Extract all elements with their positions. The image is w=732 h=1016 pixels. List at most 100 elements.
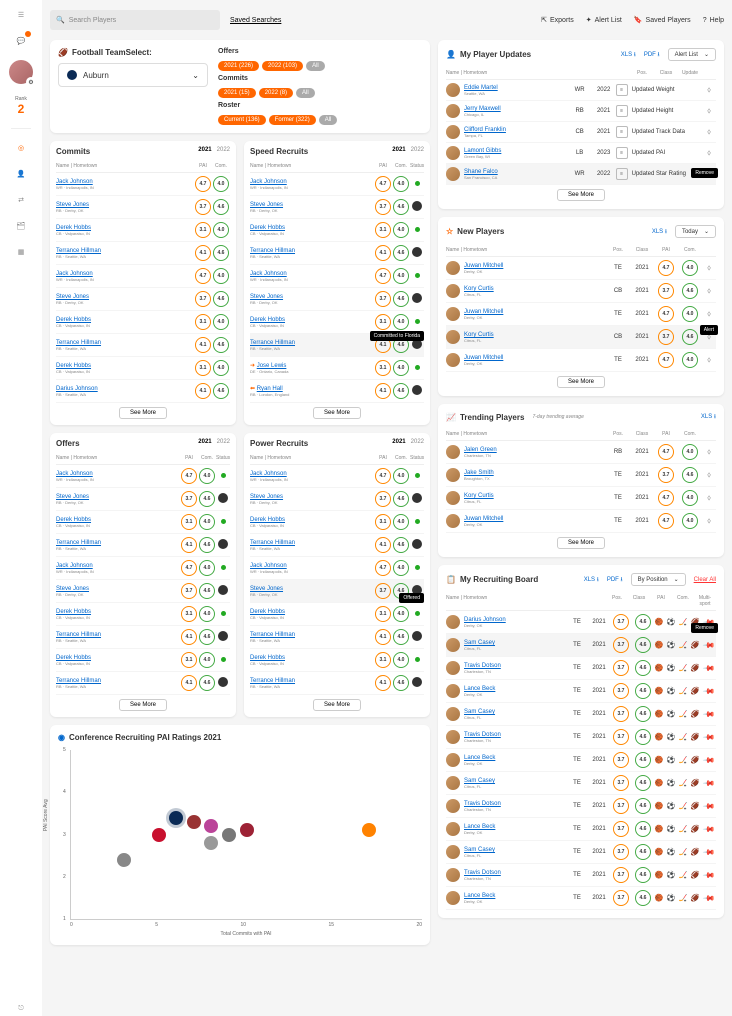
- table-row[interactable]: Steve JonesRB · Derby, OK 3.7 4.6: [250, 196, 424, 219]
- see-more-button[interactable]: See More: [313, 407, 361, 419]
- alert-toggle-icon[interactable]: ⬨: [702, 470, 716, 480]
- table-row[interactable]: Derek HobbsCB · Valparaiso, IN 3.1 4.0: [250, 511, 424, 534]
- filter-pill[interactable]: All: [306, 61, 325, 71]
- alert-toggle-icon[interactable]: ⬨: [702, 148, 716, 158]
- chart-point[interactable]: [117, 853, 131, 867]
- menu-icon[interactable]: ☰: [14, 8, 28, 22]
- table-row[interactable]: Jack JohnsonWR · Indianapolis, IN 4.7 4.…: [250, 265, 424, 288]
- table-row[interactable]: Kory CurtisCitrus, FLTE2021 4.7 4.0 ⬨: [446, 487, 716, 510]
- filter-pill[interactable]: 2022 (8): [259, 88, 293, 98]
- search-input[interactable]: 🔍 Search Players: [50, 10, 220, 30]
- table-row[interactable]: Juwan MitchellDerby, OKTE2021 4.7 4.0 ⬨: [446, 257, 716, 280]
- year-tab[interactable]: 2021: [392, 147, 405, 153]
- table-row[interactable]: Lance BeckDerby, OKTE2021 3.7 4.6 🏀⚽🏒🏈 📌: [446, 749, 716, 772]
- table-row[interactable]: Lance BeckDerby, OKTE2021 3.7 4.6 🏀⚽🏒🏈 📌: [446, 887, 716, 910]
- notif-icon[interactable]: 💬: [14, 34, 28, 48]
- table-row[interactable]: Derek HobbsCB · Valparaiso, IN 3.1 4.0: [56, 311, 230, 334]
- filter-pill[interactable]: All: [296, 88, 315, 98]
- table-row[interactable]: Jack JohnsonWR · Indianapolis, IN 4.7 4.…: [56, 465, 230, 488]
- chart-point[interactable]: [204, 836, 218, 850]
- alert-list-link[interactable]: ✦Alert List: [586, 16, 622, 24]
- table-row[interactable]: Terrance HillmanRB · Seattle, WA 4.1 4.6: [250, 242, 424, 265]
- table-row[interactable]: Sam CaseyCitrus, FLTE2021 3.7 4.6 🏀⚽🏒🏈 📌: [446, 772, 716, 795]
- pin-icon[interactable]: 📌: [702, 845, 715, 858]
- table-row[interactable]: Terrance HillmanRB · Seattle, WA 4.1 4.6: [56, 534, 230, 557]
- table-row[interactable]: Derek HobbsCB · Valparaiso, IN 3.1 4.0: [250, 649, 424, 672]
- table-row[interactable]: Darius JohnsonRB · Seattle, WA 4.1 4.6: [56, 380, 230, 403]
- table-row[interactable]: Terrance HillmanRB · Seattle, WA 4.1 4.6: [56, 626, 230, 649]
- table-row[interactable]: Terrance HillmanRB · Seattle, WA 4.1 4.6: [56, 242, 230, 265]
- help-link[interactable]: ?Help: [703, 17, 724, 24]
- alert-toggle-icon[interactable]: ⬨: [702, 286, 716, 296]
- table-row[interactable]: Terrance HillmanRB · Seattle, WA 4.1 4.6: [56, 672, 230, 695]
- chart-point[interactable]: [222, 828, 236, 842]
- panel-dropdown[interactable]: Alert List ⌄: [668, 48, 716, 61]
- year-tab[interactable]: 2022: [411, 439, 424, 445]
- table-row[interactable]: Clifford FranklinTampa, FLCB2021 ≡Update…: [446, 122, 716, 143]
- nav-reports-icon[interactable]: ▦: [14, 245, 28, 259]
- table-row[interactable]: Steve JonesRB · Derby, OK 3.7 4.6: [56, 196, 230, 219]
- alert-toggle-icon[interactable]: ⬨: [702, 106, 716, 116]
- table-row[interactable]: Shane FalcoSan Francisco, CAWR2022 ≡Upda…: [446, 164, 716, 185]
- year-tab[interactable]: 2021: [198, 147, 211, 153]
- table-row[interactable]: Terrance HillmanRB · Seattle, WA 4.1 4.6: [250, 534, 424, 557]
- see-more-button[interactable]: See More: [557, 189, 605, 201]
- panel-dropdown[interactable]: By Position ⌄: [631, 573, 686, 586]
- avatar[interactable]: ⚙: [9, 60, 33, 84]
- table-row[interactable]: Jalen GreenCharleston, TNRB2021 4.7 4.0 …: [446, 441, 716, 464]
- alert-toggle-icon[interactable]: ⬨: [702, 263, 716, 273]
- table-row[interactable]: Jack JohnsonWR · Indianapolis, IN 4.7 4.…: [56, 173, 230, 196]
- pin-icon[interactable]: 📌: [702, 776, 715, 789]
- table-row[interactable]: Kory CurtisCitrus, FLCB2021 3.7 4.6 ⬨: [446, 280, 716, 303]
- table-row[interactable]: Sam CaseyCitrus, FLTE2021 3.7 4.6 🏀⚽🏒🏈 📌: [446, 841, 716, 864]
- table-row[interactable]: Derek HobbsCB · Valparaiso, IN 3.1 4.0: [56, 357, 230, 380]
- chart-point[interactable]: [362, 823, 376, 837]
- logout-icon[interactable]: ⎋: [14, 1002, 28, 1016]
- pin-icon[interactable]: 📌: [702, 707, 715, 720]
- table-row[interactable]: Steve JonesRB · Derby, OK 3.7 4.6: [56, 488, 230, 511]
- saved-players-link[interactable]: 🔖Saved Players: [634, 16, 691, 24]
- table-row[interactable]: Terrance HillmanRB · Seattle, WA 4.1 4.6: [56, 334, 230, 357]
- nav-board-icon[interactable]: 🗂: [14, 219, 28, 233]
- table-row[interactable]: Eddie MartelSeattle, WAWR2022 ≡Updated W…: [446, 80, 716, 101]
- team-dropdown[interactable]: Auburn ⌄: [58, 63, 208, 87]
- table-row[interactable]: Jerry MaxwellChicago, ILRB2021 ≡Updated …: [446, 101, 716, 122]
- filter-pill[interactable]: 2021 (15): [218, 88, 256, 98]
- alert-toggle-icon[interactable]: ⬨: [702, 493, 716, 503]
- table-row[interactable]: Steve JonesRB · Derby, OK 3.7 4.6: [56, 288, 230, 311]
- table-row[interactable]: Lance BeckDerby, OKTE2021 3.7 4.6 🏀⚽🏒🏈 📌: [446, 680, 716, 703]
- see-more-button[interactable]: See More: [119, 699, 167, 711]
- chart-point[interactable]: [204, 819, 218, 833]
- see-more-button[interactable]: See More: [119, 407, 167, 419]
- pin-icon[interactable]: 📌: [702, 638, 715, 651]
- table-row[interactable]: Derek HobbsCB · Valparaiso, IN 3.1 4.0: [56, 603, 230, 626]
- table-row[interactable]: Kory CurtisCitrus, FLCB2021 3.7 4.6 ⬨: [446, 326, 716, 349]
- alert-toggle-icon[interactable]: ⬨: [702, 309, 716, 319]
- table-row[interactable]: Derek HobbsCB · Valparaiso, IN 3.1 4.0: [56, 511, 230, 534]
- table-row[interactable]: Darius JohnsonDerby, OKTE2021 3.7 4.6 🏀⚽…: [446, 611, 716, 634]
- pin-icon[interactable]: 📌: [702, 799, 715, 812]
- filter-pill[interactable]: 2021 (226): [218, 61, 259, 71]
- year-tab[interactable]: 2021: [198, 439, 211, 445]
- table-row[interactable]: Derek HobbsCB · Valparaiso, IN 3.1 4.0: [250, 219, 424, 242]
- table-row[interactable]: Jake SmithBroughton, TXTE2021 3.7 4.6 ⬨: [446, 464, 716, 487]
- pin-icon[interactable]: 📌: [702, 868, 715, 881]
- alert-toggle-icon[interactable]: ⬨: [702, 355, 716, 365]
- table-row[interactable]: Derek HobbsCB · Valparaiso, IN 3.1 4.0: [250, 603, 424, 626]
- saved-searches-link[interactable]: Saved Searches: [230, 17, 281, 24]
- clear-all-link[interactable]: Clear All: [694, 577, 716, 583]
- xls-export[interactable]: XLS ⭳: [701, 412, 716, 422]
- pdf-export[interactable]: PDF ⭳: [607, 575, 623, 585]
- pin-icon[interactable]: 📌: [702, 661, 715, 674]
- see-more-button[interactable]: See More: [557, 537, 605, 549]
- pin-icon[interactable]: 📌: [702, 753, 715, 766]
- table-row[interactable]: Juwan MitchellDerby, OKTE2021 4.7 4.0 ⬨: [446, 303, 716, 326]
- table-row[interactable]: Sam CaseyCitrus, FLTE2021 3.7 4.6 🏀⚽🏒🏈 📌: [446, 703, 716, 726]
- pdf-export[interactable]: PDF ⭳: [644, 50, 660, 60]
- filter-pill[interactable]: All: [319, 115, 338, 125]
- table-row[interactable]: Jack JohnsonWR · Indianapolis, IN 4.7 4.…: [56, 557, 230, 580]
- chart-point[interactable]: [187, 815, 201, 829]
- see-more-button[interactable]: See More: [557, 376, 605, 388]
- table-row[interactable]: Travis DotsonCharleston, TNTE2021 3.7 4.…: [446, 795, 716, 818]
- table-row[interactable]: Steve JonesRB · Derby, OK 3.7 4.6: [56, 580, 230, 603]
